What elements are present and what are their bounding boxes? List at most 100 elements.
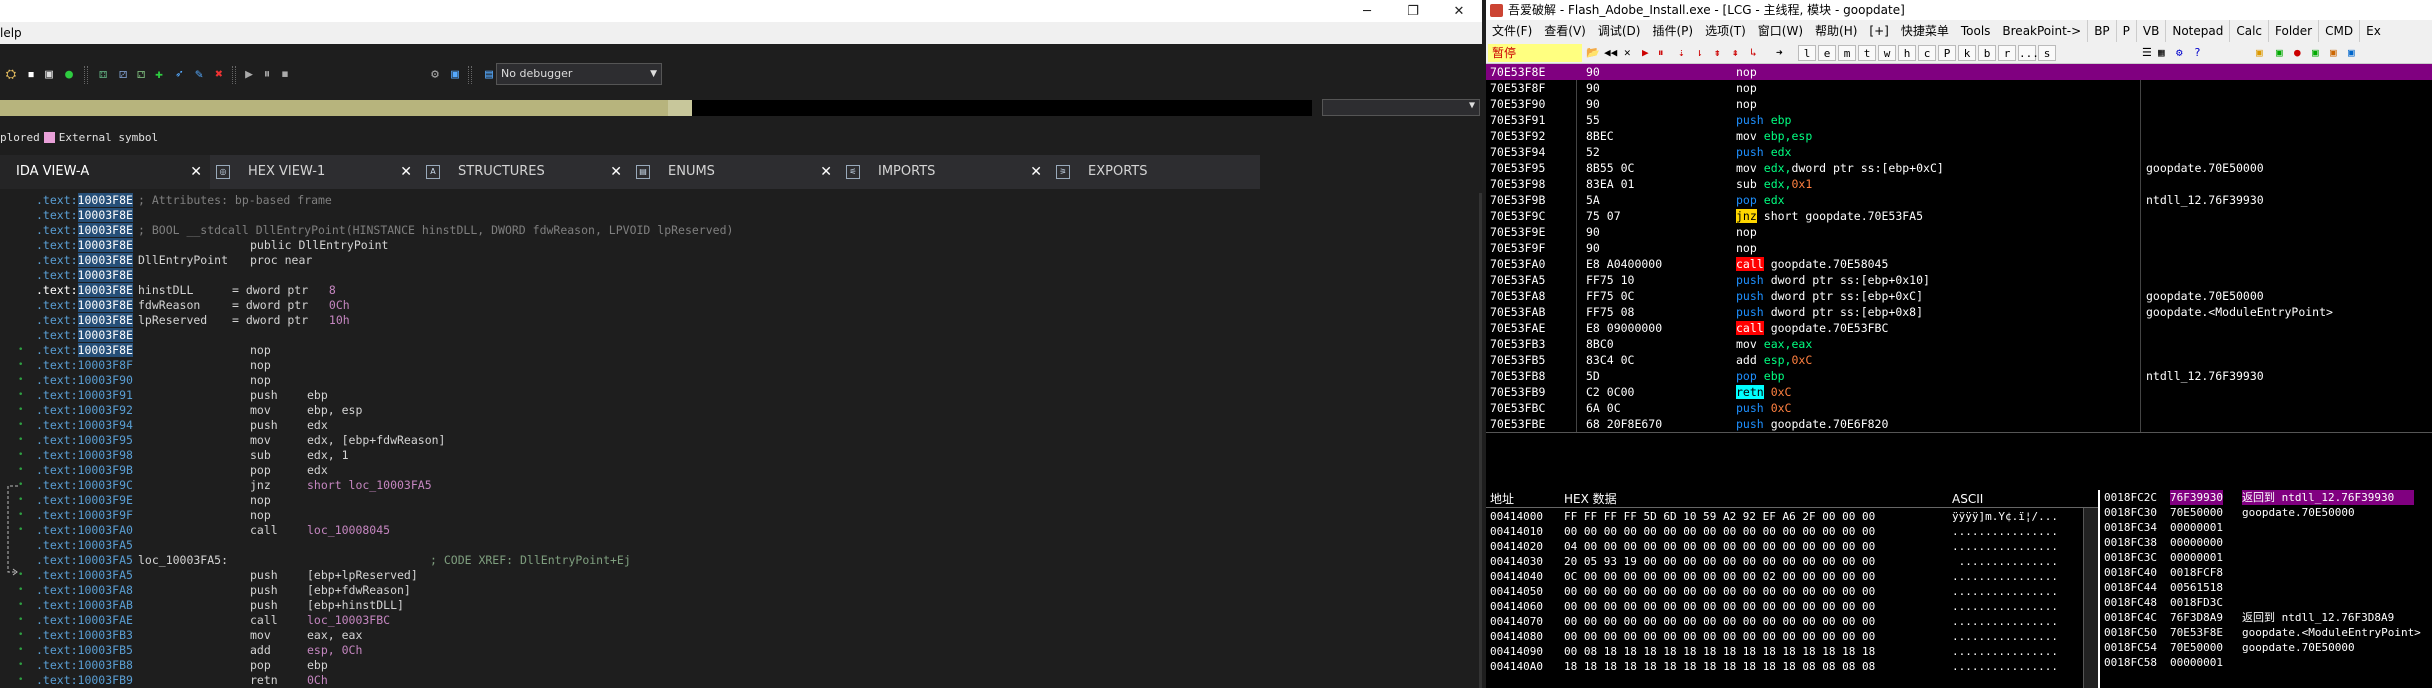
code-line[interactable]: • .text:10003F91 push ebp [0, 388, 1482, 403]
stack-value[interactable]: 76F39930 [2170, 490, 2223, 505]
dump-address[interactable]: 00414080 [1490, 629, 1543, 644]
struct-icon[interactable]: ⚁ [132, 66, 150, 84]
stack-row[interactable]: 0018FC44 00561518 [2100, 580, 2432, 595]
dump-address[interactable]: 00414060 [1490, 599, 1543, 614]
code-line[interactable]: • .text:10003FB8 pop ebp [0, 658, 1482, 673]
dump-address[interactable]: 00414040 [1490, 569, 1543, 584]
line-address[interactable]: .text:10003FB8 [36, 658, 133, 673]
line-address[interactable]: .text:10003F91 [36, 388, 133, 403]
instruction-address[interactable]: 70E53F98 [1490, 176, 1545, 192]
stack-address[interactable]: 0018FC34 [2104, 520, 2157, 535]
code-line[interactable]: .text:10003FA5 loc_10003FA5: ; CODE XREF: … [0, 553, 1482, 568]
instruction-address[interactable]: 70E53F91 [1490, 112, 1545, 128]
dump-hex[interactable]: 20 05 93 19 00 00 00 00 00 00 00 00 00 0… [1564, 554, 1875, 569]
operand[interactable]: short loc_10003FA5 [307, 478, 432, 493]
line-address[interactable]: .text:10003FA5 [36, 553, 133, 568]
memory-dump-view[interactable]: 地址 HEX 数据 ASCII 00414000 FF FF FF FF 5D 6… [1486, 490, 2098, 688]
dump-hex[interactable]: 04 00 00 00 00 00 00 00 00 00 00 00 00 0… [1564, 539, 1875, 554]
code-line[interactable]: .text:10003F8E ; Attributes: bp-based fra… [0, 193, 1482, 208]
menu-item[interactable]: CMD [2318, 20, 2359, 42]
step-into-icon[interactable]: ⇣ [1678, 45, 1685, 61]
dump-address[interactable]: 00414090 [1490, 644, 1543, 659]
close-icon[interactable]: ✕ [400, 155, 412, 189]
instruction-address[interactable]: 70E53FB8 [1490, 368, 1545, 384]
dump-address[interactable]: 004140A0 [1490, 659, 1543, 674]
close-icon[interactable]: ✕ [190, 155, 202, 189]
stack-row[interactable]: 0018FC2C 76F39930 返回到 ntdll_12.76F39930 [2100, 490, 2432, 505]
line-address[interactable]: .text:10003FAE [36, 613, 133, 628]
rewind-icon[interactable]: ◀◀ [1604, 45, 1617, 61]
dump-header-hex[interactable]: HEX 数据 [1564, 490, 1617, 508]
stack-value[interactable]: 0018FD3C [2170, 595, 2223, 610]
disasm-row[interactable]: 70E53FA0 E8 A0400000 call goopdate.70E58045 [1486, 256, 2432, 272]
disasm-row[interactable]: 70E53FB8 5D pop ebp ntdll_12.76F39930 [1486, 368, 2432, 384]
add-icon[interactable]: ✚ [150, 66, 168, 84]
dump-ascii[interactable]: ................ [1952, 659, 2058, 674]
toolbar-grip[interactable] [232, 66, 236, 84]
window-shortcut-button[interactable]: c [1918, 45, 1936, 61]
stack-row[interactable]: 0018FC54 70E50000 goopdate.70E50000 [2100, 640, 2432, 655]
nav-band-unexplored[interactable] [692, 100, 1312, 116]
dump-row[interactable]: 00414080 00 00 00 00 00 00 00 00 00 00 00… [1486, 629, 2098, 644]
code-line[interactable]: • .text:10003F8F nop [0, 358, 1482, 373]
code-line[interactable]: • .text:10003F95 mov edx, [ebp+fdwReason] [0, 433, 1482, 448]
code-line[interactable]: • .text:10003F9B pop edx [0, 463, 1482, 478]
menu-item[interactable]: P [2115, 20, 2136, 42]
code-line[interactable]: • .text:10003F94 push edx [0, 418, 1482, 433]
window-shortcut-button[interactable]: r [1998, 45, 2016, 61]
line-address[interactable]: .text:10003F98 [36, 448, 133, 463]
disasm-row[interactable]: 70E53FB3 8BC0 mov eax,eax [1486, 336, 2432, 352]
stack-var-name[interactable]: lpReserved [138, 313, 207, 328]
dump-hex[interactable]: 00 00 00 00 00 00 00 00 00 00 00 00 00 0… [1564, 524, 1875, 539]
instruction-address[interactable]: 70E53FBE [1490, 416, 1545, 432]
close-icon[interactable]: ✕ [1436, 0, 1482, 22]
window-shortcut-button[interactable]: k [1958, 45, 1976, 61]
code-line[interactable]: • .text:10003F9F nop [0, 508, 1482, 523]
menu-item[interactable]: BP [2087, 20, 2115, 42]
open-icon[interactable]: 📂 [1586, 45, 1600, 61]
nav-band-marker[interactable] [668, 100, 692, 116]
menu-item[interactable]: 快捷菜单 [1895, 20, 1955, 42]
debugger-select[interactable]: No debugger ▼ [496, 63, 662, 85]
menu-item[interactable]: 查看(V) [1538, 20, 1592, 42]
stack-row[interactable]: 0018FC50 70E53F8E goopdate.<ModuleEntryPoi… [2100, 625, 2432, 640]
stack-value[interactable]: 00561518 [2170, 580, 2223, 595]
line-address[interactable]: .text:10003F8E [36, 313, 133, 328]
dump-hex[interactable]: 00 00 00 00 00 00 00 00 00 00 00 00 00 0… [1564, 584, 1875, 599]
data-icon[interactable]: ⚂ [114, 66, 132, 84]
play-icon[interactable]: ▶ [240, 66, 258, 84]
dump-ascii[interactable]: ÿÿÿÿ]m.Y¢.ï¦/... [1952, 509, 2058, 524]
text-icon[interactable]: ▣ [40, 66, 58, 84]
code-icon[interactable]: ⚃ [94, 66, 112, 84]
line-address[interactable]: .text:10003F95 [36, 433, 133, 448]
dump-address[interactable]: 00414050 [1490, 584, 1543, 599]
trace-over-icon[interactable]: ⇞ [1732, 45, 1739, 61]
disasm-row[interactable]: 70E53F9E 90 nop [1486, 224, 2432, 240]
delete-icon[interactable]: ✖ [210, 66, 228, 84]
dump-row[interactable]: 00414070 00 00 00 00 00 00 00 00 00 00 00… [1486, 614, 2098, 629]
stack-address[interactable]: 0018FC3C [2104, 550, 2157, 565]
patch-icon[interactable]: ▣ [2330, 45, 2337, 61]
stack-row[interactable]: 0018FC48 0018FD3C [2100, 595, 2432, 610]
minimize-icon[interactable]: ─ [1344, 0, 1390, 22]
menu-item[interactable]: 文件(F) [1486, 20, 1538, 42]
disasm-row[interactable]: 70E53F90 90 nop [1486, 96, 2432, 112]
operand[interactable]: loc_10003FBC [307, 613, 390, 628]
instruction-address[interactable]: 70E53FA5 [1490, 272, 1545, 288]
line-address[interactable]: .text:10003F90 [36, 373, 133, 388]
instruction-address[interactable]: 70E53FB9 [1490, 384, 1545, 400]
dump-address[interactable]: 00414000 [1490, 509, 1543, 524]
close-icon[interactable]: ✕ [1030, 155, 1042, 189]
record-icon[interactable]: ● [2294, 45, 2301, 61]
code-line[interactable]: • .text:10003F9E nop [0, 493, 1482, 508]
instruction-address[interactable]: 70E53F9C [1490, 208, 1545, 224]
instruction-address[interactable]: 70E53F9B [1490, 192, 1545, 208]
stack-row[interactable]: 0018FC3C 00000001 [2100, 550, 2432, 565]
disasm-row[interactable]: 70E53FBE 68 20F8E670 push goopdate.70E6F820 [1486, 416, 2432, 432]
line-address[interactable]: .text:10003F8E [36, 208, 133, 223]
arrow-icon[interactable]: ➶ [170, 66, 188, 84]
disasm-row[interactable]: 70E53F9C 75 07 jnz short goopdate.70E53FA5 [1486, 208, 2432, 224]
line-address[interactable]: .text:10003F8E [36, 223, 133, 238]
dump-ascii[interactable]: ................ [1952, 524, 2058, 539]
disasm-row[interactable]: 70E53F9B 5A pop edx ntdll_12.76F39930 [1486, 192, 2432, 208]
